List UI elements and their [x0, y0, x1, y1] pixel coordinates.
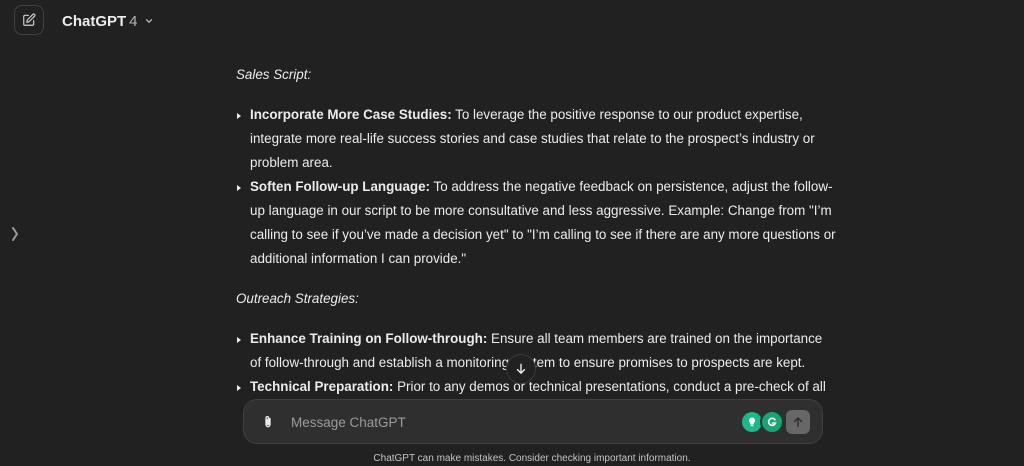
section-heading-sales-script: Sales Script:: [236, 67, 312, 82]
message-input[interactable]: [291, 411, 721, 433]
list-item-text: Prior to any demos or technical presenta…: [393, 379, 826, 394]
list-item-term: Technical Preparation:: [250, 379, 394, 394]
model-selector[interactable]: ChatGPT 4: [62, 10, 154, 32]
section-heading-outreach-strategies: Outreach Strategies:: [236, 291, 359, 306]
list-item: Soften Follow-up Language: To address th…: [236, 175, 836, 271]
extension-a-button[interactable]: [742, 412, 762, 432]
attach-file-button[interactable]: [258, 412, 278, 432]
disclaimer-text: ChatGPT can make mistakes. Consider chec…: [373, 453, 691, 464]
list-item: Enhance Training on Follow-through: Ensu…: [236, 327, 836, 375]
open-sidebar-button[interactable]: [8, 225, 22, 243]
compose-icon: [22, 13, 36, 27]
assistant-message: Sales Script: Incorporate More Case Stud…: [236, 62, 836, 399]
extension-icons: [742, 410, 784, 434]
arrow-down-icon: [514, 362, 528, 376]
grammarly-button[interactable]: [760, 410, 784, 434]
model-name: ChatGPT: [62, 12, 127, 30]
list-item-term: Soften Follow-up Language:: [250, 179, 431, 194]
send-button[interactable]: [786, 410, 810, 434]
new-chat-button[interactable]: [14, 5, 44, 35]
list-item-term: Incorporate More Case Studies:: [250, 107, 452, 122]
grammarly-icon: [766, 416, 778, 428]
sales-script-list: Incorporate More Case Studies: To levera…: [236, 103, 836, 271]
lightbulb-icon: [746, 416, 758, 428]
list-item: Technical Preparation: Prior to any demo…: [236, 375, 836, 399]
list-item-term: Enhance Training on Follow-through:: [250, 331, 488, 346]
scroll-to-bottom-button[interactable]: [506, 354, 536, 384]
model-version: 4: [129, 12, 138, 30]
paperclip-icon: [260, 413, 276, 431]
outreach-strategies-list: Enhance Training on Follow-through: Ensu…: [236, 327, 836, 399]
chat-window: ChatGPT 4 Sales Script: Incorporate More…: [0, 0, 1024, 466]
message-composer: [243, 399, 823, 444]
arrow-up-icon: [792, 416, 804, 428]
chevron-down-icon: [144, 16, 154, 26]
list-item: Incorporate More Case Studies: To levera…: [236, 103, 836, 175]
chevron-right-icon: [11, 226, 19, 242]
